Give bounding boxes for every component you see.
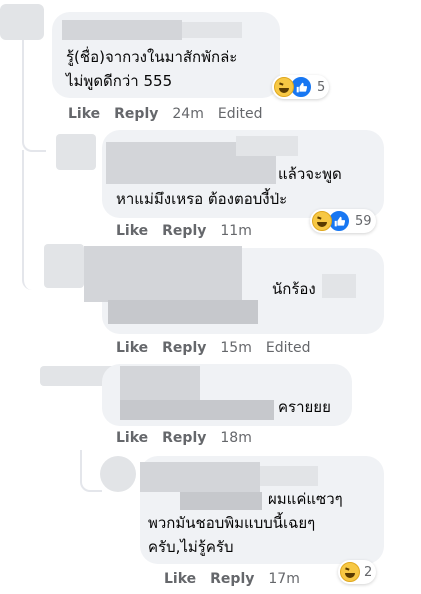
reaction-summary[interactable]: 2 bbox=[338, 560, 377, 584]
commenter-name-redacted[interactable] bbox=[260, 466, 318, 486]
reply-button[interactable]: Reply bbox=[162, 430, 206, 446]
comment-text-line: พวกมันชอบพิมแบบนี้เฉยๆ bbox=[148, 514, 316, 532]
reaction-summary[interactable]: 59 bbox=[310, 209, 376, 233]
commenter-name-redacted[interactable] bbox=[120, 366, 200, 402]
comment-actions: Like Reply 15m Edited bbox=[116, 340, 324, 356]
like-button[interactable]: Like bbox=[116, 430, 148, 446]
comment-text-line: ผมแค่แซวๆ bbox=[268, 490, 343, 508]
timestamp[interactable]: 17m bbox=[268, 571, 299, 587]
comment-text-line: คราย​ยย bbox=[278, 398, 331, 416]
comment-actions: Like Reply 17m bbox=[164, 571, 314, 587]
commenter-name-redacted[interactable] bbox=[322, 274, 356, 298]
commenter-name-redacted[interactable] bbox=[236, 136, 298, 156]
comment-actions: Like Reply 24m Edited bbox=[68, 106, 276, 122]
thread-line bbox=[80, 450, 102, 492]
commenter-name-redacted[interactable] bbox=[180, 492, 262, 510]
timestamp[interactable]: 11m bbox=[220, 223, 251, 239]
reply-button[interactable]: Reply bbox=[210, 571, 254, 587]
reaction-count: 59 bbox=[355, 213, 372, 229]
commenter-name-redacted[interactable] bbox=[108, 300, 258, 324]
comment-text-line: ครับ,ไม่รู้ครับ bbox=[148, 538, 234, 556]
comment-text-line: หาแม่มึงเหรอ ต้องตอบงี้ป่ะ bbox=[116, 190, 288, 208]
timestamp[interactable]: 24m bbox=[172, 106, 203, 122]
commenter-name-redacted[interactable] bbox=[84, 246, 242, 302]
commenter-name-redacted[interactable] bbox=[62, 20, 182, 40]
like-button[interactable]: Like bbox=[116, 223, 148, 239]
edited-label[interactable]: Edited bbox=[266, 340, 311, 356]
comment-actions: Like Reply 18m bbox=[116, 430, 266, 446]
edited-label[interactable]: Edited bbox=[218, 106, 263, 122]
like-button[interactable]: Like bbox=[116, 340, 148, 356]
comment-text-line: แล้วจะพูด bbox=[278, 165, 342, 183]
avatar[interactable] bbox=[44, 244, 84, 288]
comment-text-line: ไม่พูดดีกว่า 555 bbox=[66, 72, 173, 90]
reaction-summary[interactable]: 5 bbox=[272, 75, 330, 99]
comment-text-line: รู้(ชื่อ)จากวงในมาสักพักล่ะ bbox=[66, 48, 238, 66]
comment-actions: Like Reply 11m bbox=[116, 223, 266, 239]
haha-icon bbox=[274, 77, 294, 97]
like-button[interactable]: Like bbox=[164, 571, 196, 587]
comment-text-line: นักร้อง bbox=[272, 280, 316, 298]
commenter-name-redacted[interactable] bbox=[182, 22, 242, 38]
timestamp[interactable]: 18m bbox=[220, 430, 251, 446]
avatar[interactable] bbox=[100, 456, 136, 492]
reply-button[interactable]: Reply bbox=[114, 106, 158, 122]
like-button[interactable]: Like bbox=[68, 106, 100, 122]
haha-icon bbox=[340, 562, 360, 582]
reaction-count: 5 bbox=[317, 79, 326, 95]
avatar[interactable] bbox=[0, 4, 44, 40]
commenter-name-redacted[interactable] bbox=[140, 462, 260, 492]
timestamp[interactable]: 15m bbox=[220, 340, 251, 356]
reaction-count: 2 bbox=[364, 564, 373, 580]
thread-line bbox=[22, 40, 46, 152]
reply-button[interactable]: Reply bbox=[162, 340, 206, 356]
avatar[interactable] bbox=[56, 134, 96, 170]
reply-button[interactable]: Reply bbox=[162, 223, 206, 239]
commenter-name-redacted[interactable] bbox=[120, 400, 274, 420]
haha-icon bbox=[312, 211, 332, 231]
